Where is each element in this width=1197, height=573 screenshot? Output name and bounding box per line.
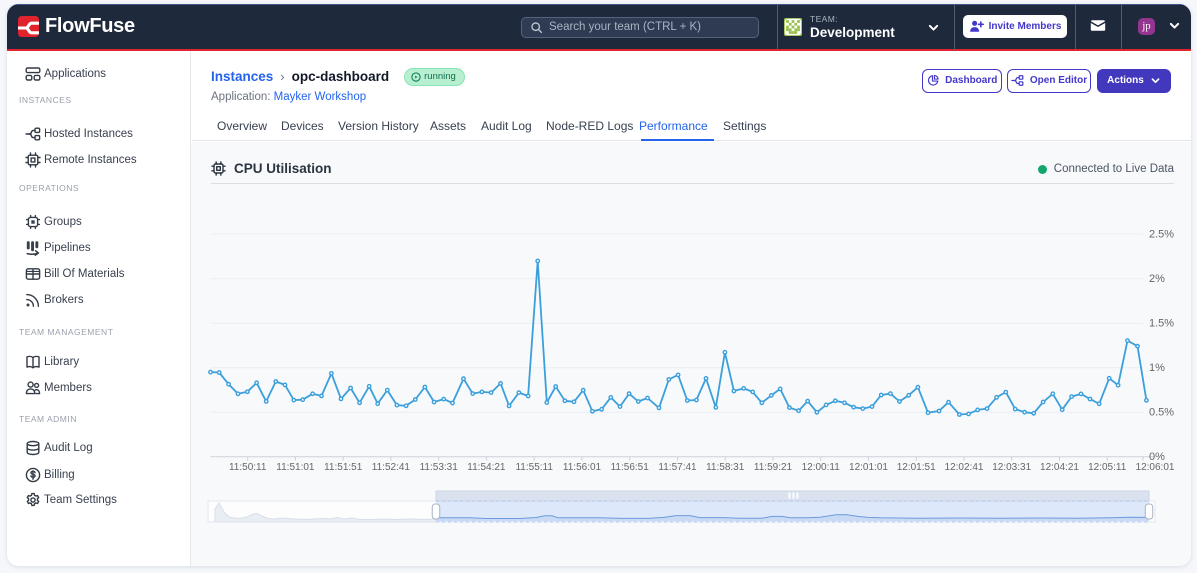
svg-text:2%: 2% (1149, 273, 1165, 285)
svg-text:11:50:11: 11:50:11 (229, 462, 267, 473)
svg-text:11:51:51: 11:51:51 (324, 462, 363, 473)
svg-text:12:02:41: 12:02:41 (945, 462, 984, 473)
svg-text:12:00:11: 12:00:11 (802, 462, 841, 473)
svg-text:1.5%: 1.5% (1149, 318, 1174, 330)
svg-text:11:59:21: 11:59:21 (754, 462, 793, 473)
svg-text:11:51:01: 11:51:01 (276, 462, 315, 473)
svg-text:11:57:41: 11:57:41 (658, 462, 697, 473)
svg-text:0.5%: 0.5% (1149, 407, 1174, 419)
svg-text:11:52:41: 11:52:41 (372, 462, 411, 473)
svg-text:12:03:31: 12:03:31 (992, 462, 1031, 473)
svg-text:1%: 1% (1149, 362, 1165, 374)
svg-text:11:53:31: 11:53:31 (420, 462, 459, 473)
svg-text:11:55:11: 11:55:11 (515, 462, 553, 473)
svg-text:12:01:01: 12:01:01 (849, 462, 888, 473)
svg-text:11:56:01: 11:56:01 (563, 462, 602, 473)
svg-text:11:54:21: 11:54:21 (467, 462, 506, 473)
svg-text:11:56:51: 11:56:51 (611, 462, 650, 473)
svg-text:12:01:51: 12:01:51 (897, 462, 936, 473)
svg-text:11:58:31: 11:58:31 (706, 462, 745, 473)
svg-text:2.5%: 2.5% (1149, 229, 1174, 241)
svg-text:12:05:11: 12:05:11 (1088, 462, 1127, 473)
svg-text:12:06:01: 12:06:01 (1136, 462, 1175, 473)
svg-text:12:04:21: 12:04:21 (1040, 462, 1079, 473)
